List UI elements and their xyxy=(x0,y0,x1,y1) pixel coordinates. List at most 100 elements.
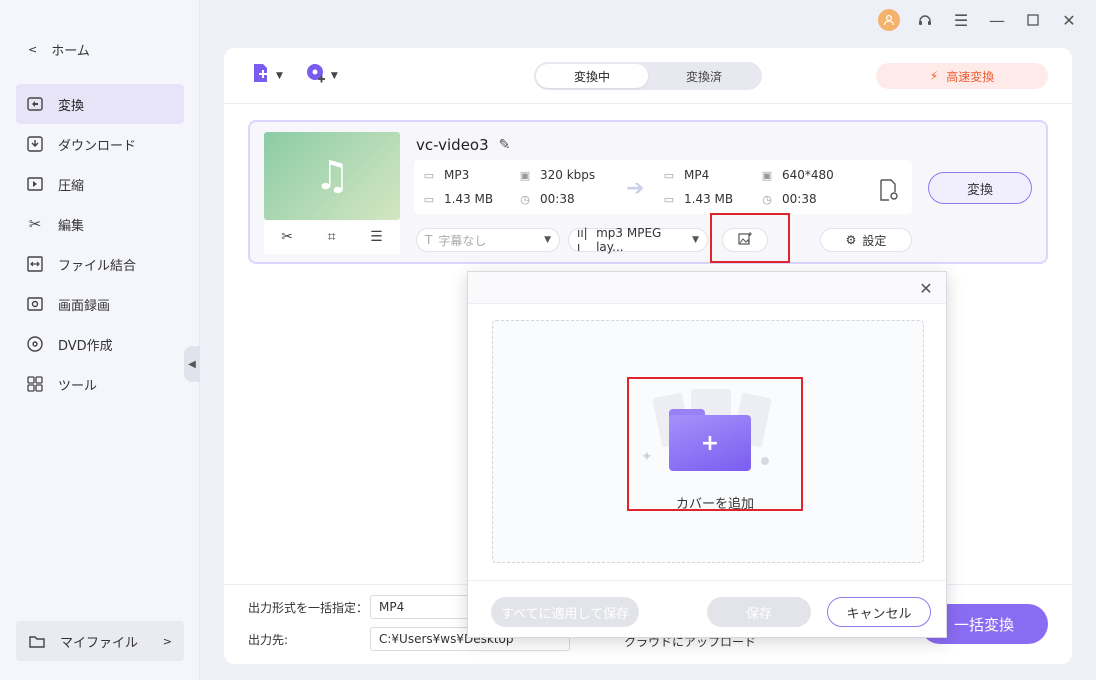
support-icon[interactable] xyxy=(914,9,936,31)
target-size: ▭ 1.43 MB xyxy=(663,192,734,206)
thumbnail-tools: ✂ ⌗ ☰ xyxy=(264,220,400,254)
tab-converted[interactable]: 変換済 xyxy=(648,64,760,88)
close-icon[interactable]: ✕ xyxy=(1058,9,1080,31)
my-files-button[interactable]: マイファイル > xyxy=(16,621,184,661)
file-name: vc-video3 xyxy=(416,136,489,154)
dialog-header: ✕ xyxy=(468,272,946,304)
chevron-right-icon: > xyxy=(162,634,172,648)
fast-convert-label: 高速変換 xyxy=(946,69,995,84)
gear-icon: ⚙ xyxy=(845,233,857,247)
maximize-icon[interactable] xyxy=(1022,9,1044,31)
record-icon xyxy=(26,295,44,313)
add-disc-icon xyxy=(305,62,327,89)
add-cover-dialog: ✕ ✦ + カバーを追加 すべてに適用して保存 保存 キャンセル xyxy=(467,271,947,638)
sidebar-item-label: 変換 xyxy=(58,98,85,114)
sidebar-collapse-button[interactable]: ◀ xyxy=(184,346,200,382)
chevron-down-icon: ▼ xyxy=(544,235,551,245)
merge-icon xyxy=(26,255,44,273)
home-label: ホーム xyxy=(51,44,90,59)
cancel-button[interactable]: キャンセル xyxy=(827,597,931,627)
sidebar-item-label: ファイル結合 xyxy=(58,258,137,274)
output-format-select[interactable]: MP4 xyxy=(370,595,470,619)
sidebar-item-compress[interactable]: 圧縮 xyxy=(16,164,184,204)
video-icon: ▭ xyxy=(423,168,435,182)
music-note-icon: ♫ xyxy=(314,153,350,199)
sidebar-nav: 変換 ダウンロード 圧縮 ✂ 編集 ファイル結合 画面録画 DVD作成 ツール xyxy=(16,84,184,404)
video-icon: ▭ xyxy=(663,168,675,182)
sidebar-item-merge[interactable]: ファイル結合 xyxy=(16,244,184,284)
close-icon[interactable]: ✕ xyxy=(916,278,936,298)
sparkle-icon: ✦ xyxy=(641,449,653,465)
scissors-icon: ✂ xyxy=(28,215,42,233)
status-tabs: 変換中 変換済 xyxy=(534,62,762,90)
lightning-icon: ⚡ xyxy=(929,69,939,83)
convert-icon xyxy=(26,95,44,113)
divider xyxy=(224,103,1072,104)
subtitle-icon: T xyxy=(425,233,433,247)
output-format-label: 出力形式を一括指定： xyxy=(248,601,369,615)
cover-drop-area[interactable]: ✦ + カバーを追加 xyxy=(492,320,924,563)
convert-button[interactable]: 変換 xyxy=(928,172,1032,204)
sidebar-item-dvd[interactable]: DVD作成 xyxy=(16,324,184,364)
apply-all-button[interactable]: すべてに適用して保存 xyxy=(491,597,639,627)
fast-convert-toggle[interactable]: ⚡ 高速変換 xyxy=(876,63,1048,89)
sidebar-item-label: 圧縮 xyxy=(58,178,85,194)
source-bitrate: ▣ 320 kbps xyxy=(519,168,596,182)
sidebar-item-tools[interactable]: ツール xyxy=(16,364,184,404)
add-file-icon xyxy=(250,62,272,89)
add-cover-label: カバーを追加 xyxy=(675,497,754,512)
source-duration: ◷ 00:38 xyxy=(518,192,574,206)
chevron-down-icon: ▼ xyxy=(692,235,699,245)
dialog-footer: すべてに適用して保存 保存 キャンセル xyxy=(468,580,946,639)
download-icon xyxy=(26,135,44,153)
chevron-left-icon: < xyxy=(28,43,38,56)
crop-icon[interactable]: ⌗ xyxy=(328,229,336,245)
thumbnail: ♫ xyxy=(264,132,400,220)
subtitle-select[interactable]: T 字幕なし ▼ xyxy=(416,228,560,252)
rename-icon[interactable]: ✎ xyxy=(499,137,511,153)
sidebar-item-record[interactable]: 画面録画 xyxy=(16,284,184,324)
menu-icon[interactable]: ☰ xyxy=(950,9,972,31)
folder-icon xyxy=(28,632,46,650)
sidebar-item-label: DVD作成 xyxy=(58,338,113,354)
source-format: ▭ MP3 xyxy=(423,168,470,182)
target-resolution: ▣ 640*480 xyxy=(761,168,834,182)
window-titlebar: ☰ — ✕ xyxy=(200,0,1096,40)
add-disc-button[interactable]: ▼ xyxy=(305,62,338,89)
clock-icon: ◷ xyxy=(762,192,772,206)
add-cover-target[interactable]: ✦ + カバーを追加 xyxy=(627,377,803,512)
user-icon[interactable] xyxy=(878,9,900,31)
audio-track-select[interactable]: ıı|ı mp3 MPEG lay... ▼ xyxy=(568,226,708,254)
my-files-label: マイファイル xyxy=(60,635,139,651)
highlight-box xyxy=(710,213,790,263)
home-link[interactable]: < ホーム xyxy=(28,40,90,59)
image-icon: ▣ xyxy=(519,168,531,182)
folder-icon: ▭ xyxy=(423,192,435,206)
add-file-button[interactable]: ▼ xyxy=(250,62,283,89)
sidebar-item-convert[interactable]: 変換 xyxy=(16,84,184,124)
effects-icon[interactable]: ☰ xyxy=(370,229,383,245)
dvd-icon xyxy=(26,335,44,353)
tab-converting[interactable]: 変換中 xyxy=(536,64,648,88)
folder-plus-icon: + xyxy=(669,415,751,471)
target-duration: ◷ 00:38 xyxy=(760,192,816,206)
settings-button[interactable]: ⚙ 設定 xyxy=(820,228,912,252)
save-button[interactable]: 保存 xyxy=(707,597,811,627)
chevron-down-icon: ▼ xyxy=(276,70,283,81)
chevron-down-icon: ▼ xyxy=(330,70,338,81)
file-name-row: vc-video3 ✎ xyxy=(416,136,510,154)
trim-icon[interactable]: ✂ xyxy=(281,229,293,245)
tools-icon xyxy=(26,375,44,393)
output-dest-label: 出力先: xyxy=(248,633,289,647)
sidebar-item-download[interactable]: ダウンロード xyxy=(16,124,184,164)
sidebar: < ホーム 変換 ダウンロード 圧縮 ✂ 編集 ファイル結合 画面録画 DVD作… xyxy=(0,0,200,680)
sidebar-item-edit[interactable]: ✂ 編集 xyxy=(16,204,184,244)
output-settings-icon[interactable] xyxy=(878,178,900,207)
dot-icon xyxy=(761,457,769,465)
image-icon: ▣ xyxy=(761,168,773,182)
target-format: ▭ MP4 xyxy=(663,168,710,182)
file-card: ♫ ✂ ⌗ ☰ vc-video3 ✎ ▭ MP3 ▭ 1.43 MB ▣ 320 k… xyxy=(248,120,1048,264)
sidebar-item-label: 画面録画 xyxy=(58,298,111,314)
format-specs: ▭ MP3 ▭ 1.43 MB ▣ 320 kbps ◷ 00:38 ➔ ▭ MP4 ▭ 1… xyxy=(414,160,912,214)
minimize-icon[interactable]: — xyxy=(986,9,1008,31)
